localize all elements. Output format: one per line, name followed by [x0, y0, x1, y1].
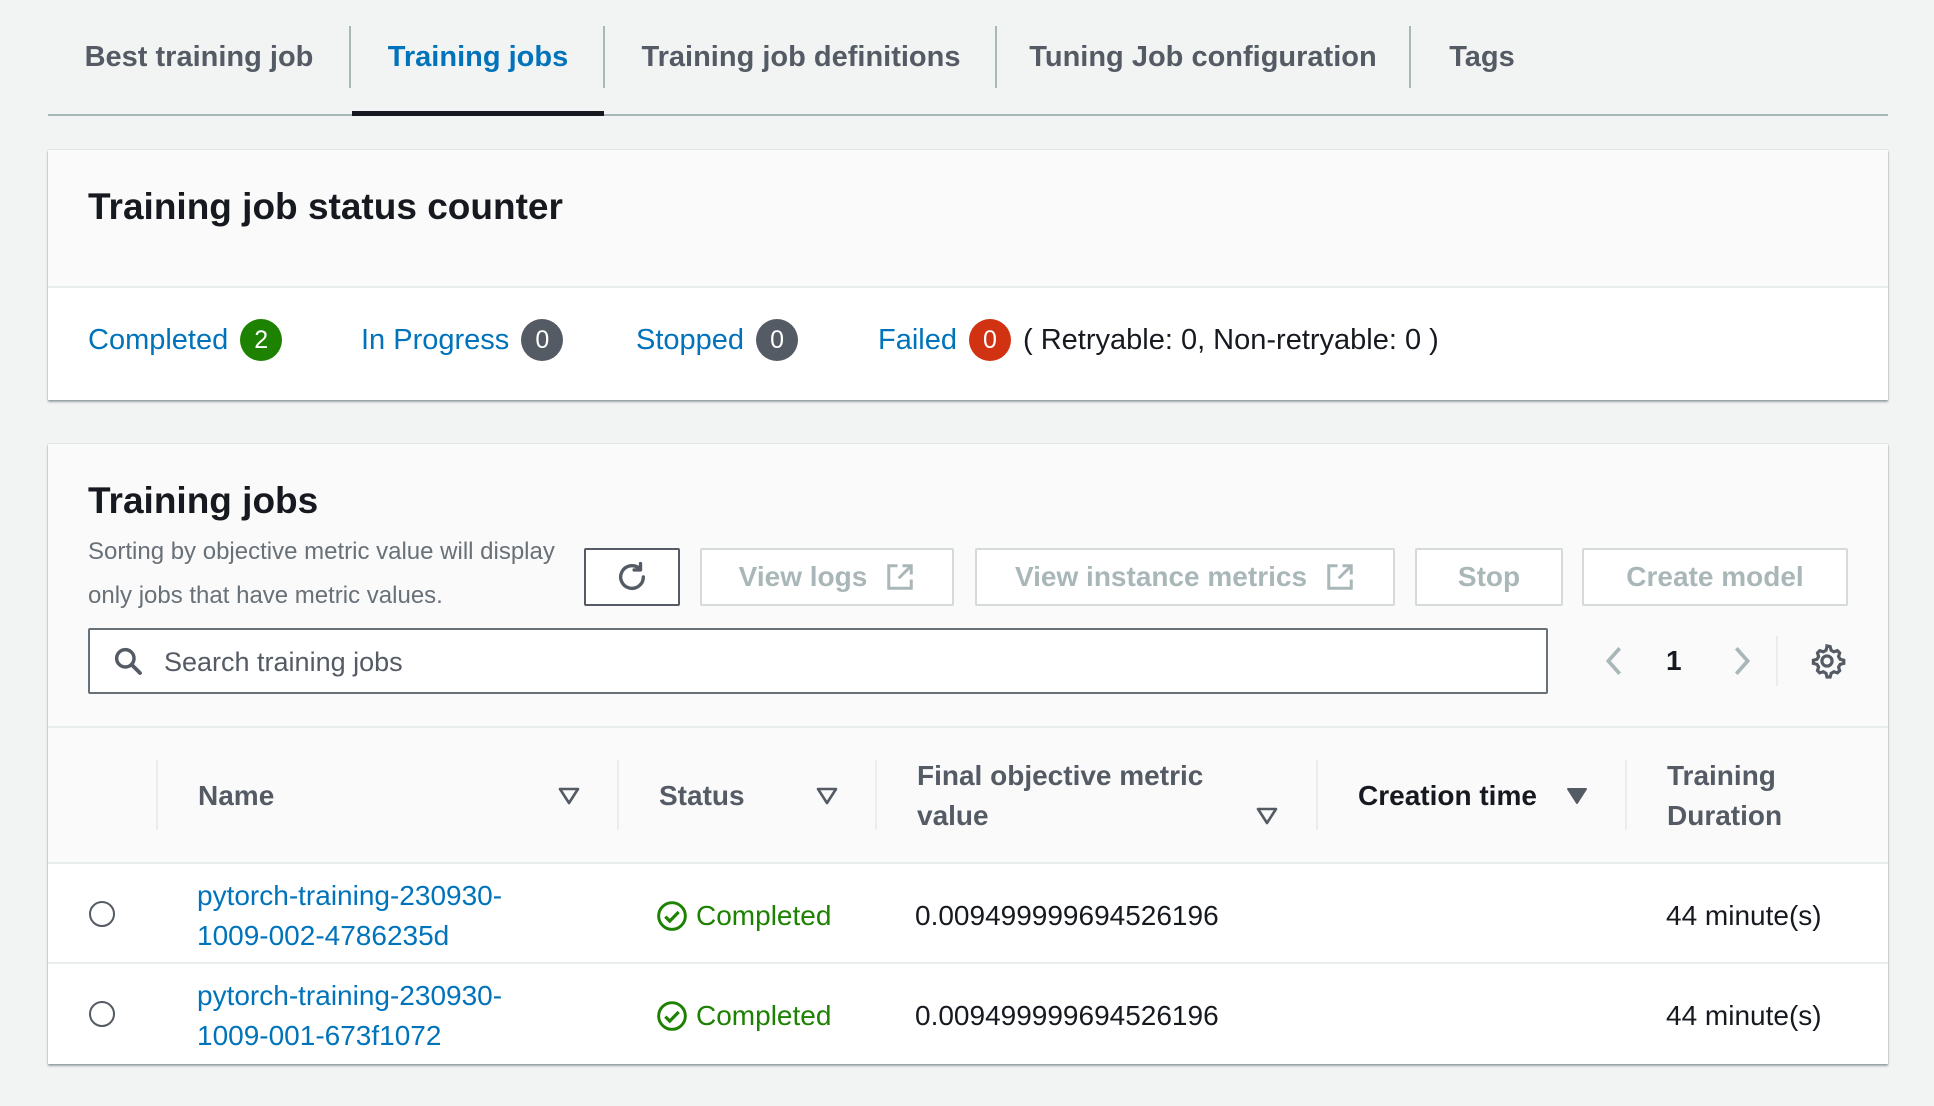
- in-progress-link[interactable]: In Progress: [361, 324, 509, 357]
- job-name-line: 1009-001-673f1072: [197, 1020, 442, 1051]
- job-name-line: 1009-002-4786235d: [197, 920, 450, 951]
- check-circle-icon: [657, 1001, 687, 1031]
- training-jobs-description: Sorting by objective metric value will d…: [88, 530, 555, 618]
- create-model-button[interactable]: Create model: [1582, 548, 1848, 606]
- sort-caret-filled-icon[interactable]: [1566, 787, 1588, 805]
- description-line: only jobs that have metric values.: [88, 582, 443, 609]
- check-circle-icon: [657, 901, 687, 931]
- refresh-button[interactable]: [584, 548, 680, 606]
- pagination: 1: [1600, 628, 1756, 694]
- status-in-progress[interactable]: In Progress 0: [361, 319, 564, 361]
- stopped-count-badge: 0: [756, 319, 799, 361]
- table-top-border: [48, 726, 1888, 728]
- tab-divider: [603, 26, 605, 88]
- completed-link[interactable]: Completed: [88, 324, 228, 357]
- pager-divider: [1776, 636, 1778, 686]
- column-divider: [617, 760, 619, 830]
- status-counter-title: Training job status counter: [88, 186, 563, 227]
- status-completed[interactable]: Completed 2: [88, 319, 283, 361]
- job-name-line: pytorch-training-230930-: [197, 880, 503, 911]
- sort-caret-icon[interactable]: [558, 787, 580, 805]
- status-badge: Completed: [656, 996, 831, 1036]
- column-header-name[interactable]: Name: [198, 776, 274, 816]
- external-link-icon: [887, 564, 914, 590]
- tab-best-training-job[interactable]: Best training job: [48, 0, 350, 114]
- metric-value: 0.009499999694526196: [915, 900, 1219, 931]
- stop-button[interactable]: Stop: [1415, 548, 1563, 606]
- tab-training-jobs[interactable]: Training jobs: [352, 0, 604, 116]
- refresh-icon: [618, 561, 646, 590]
- column-header-line: Final objective metric: [917, 760, 1204, 791]
- tab-divider: [349, 26, 351, 88]
- column-header-creation-time[interactable]: Creation time: [1358, 776, 1537, 816]
- sort-caret-icon[interactable]: [816, 787, 838, 805]
- status-text: Completed: [696, 900, 832, 931]
- view-instance-metrics-label: View instance metrics: [1014, 561, 1308, 592]
- row-divider: [48, 962, 1888, 964]
- status-text: Completed: [696, 1000, 832, 1031]
- status-badge: Completed: [656, 896, 831, 936]
- tab-divider: [1409, 26, 1411, 88]
- job-name-link[interactable]: pytorch-training-230930- 1009-001-673f10…: [197, 976, 502, 1056]
- tab-divider: [995, 26, 997, 88]
- failed-link[interactable]: Failed: [878, 324, 957, 357]
- column-header-duration[interactable]: Training Duration: [1667, 756, 1782, 836]
- column-header-metric[interactable]: Final objective metric value: [917, 756, 1203, 836]
- tab-tags[interactable]: Tags: [1412, 0, 1552, 114]
- column-header-line: Duration: [1667, 800, 1783, 831]
- chevron-right-icon[interactable]: [1728, 644, 1756, 678]
- in-progress-count-badge: 0: [521, 319, 564, 361]
- column-divider: [875, 760, 877, 830]
- completed-count-badge: 2: [240, 319, 283, 361]
- tab-training-job-definitions[interactable]: Training job definitions: [606, 0, 996, 114]
- search-box[interactable]: [88, 628, 1548, 694]
- tab-bar: Best training job Training jobs Training…: [48, 0, 1888, 116]
- tab-tuning-job-configuration[interactable]: Tuning Job configuration: [998, 0, 1408, 114]
- search-icon: [114, 647, 142, 675]
- duration-value: 44 minute(s): [1666, 1000, 1822, 1031]
- training-jobs-title: Training jobs: [88, 480, 319, 521]
- status-failed[interactable]: Failed 0 ( Retryable: 0, Non-retryable: …: [878, 319, 1439, 361]
- description-line: Sorting by objective metric value will d…: [88, 538, 555, 565]
- row-select-radio[interactable]: [89, 1001, 115, 1027]
- column-divider: [1625, 760, 1627, 830]
- metric-value: 0.009499999694526196: [915, 1000, 1219, 1031]
- sort-caret-icon[interactable]: [1256, 807, 1278, 825]
- current-page[interactable]: 1: [1666, 645, 1682, 677]
- retry-note: ( Retryable: 0, Non-retryable: 0 ): [1023, 323, 1439, 356]
- view-logs-button[interactable]: View logs: [700, 548, 954, 606]
- row-select-radio[interactable]: [89, 901, 115, 927]
- column-divider: [1316, 760, 1318, 830]
- column-header-line: value: [917, 800, 989, 831]
- search-input[interactable]: [162, 630, 1526, 694]
- failed-count-badge: 0: [969, 319, 1011, 361]
- column-divider: [156, 760, 158, 830]
- gear-icon[interactable]: [1808, 642, 1846, 680]
- view-logs-label: View logs: [738, 561, 868, 592]
- job-name-line: pytorch-training-230930-: [197, 980, 503, 1011]
- stopped-link[interactable]: Stopped: [636, 324, 744, 357]
- chevron-left-icon[interactable]: [1600, 644, 1628, 678]
- duration-value: 44 minute(s): [1666, 900, 1822, 931]
- status-stopped[interactable]: Stopped 0: [636, 319, 799, 361]
- column-header-line: Training: [1667, 760, 1776, 791]
- view-instance-metrics-button[interactable]: View instance metrics: [975, 548, 1395, 606]
- table-header-border: [48, 862, 1888, 864]
- column-header-status[interactable]: Status: [659, 776, 745, 816]
- external-link-icon: [1327, 564, 1353, 590]
- job-name-link[interactable]: pytorch-training-230930- 1009-002-478623…: [197, 876, 502, 956]
